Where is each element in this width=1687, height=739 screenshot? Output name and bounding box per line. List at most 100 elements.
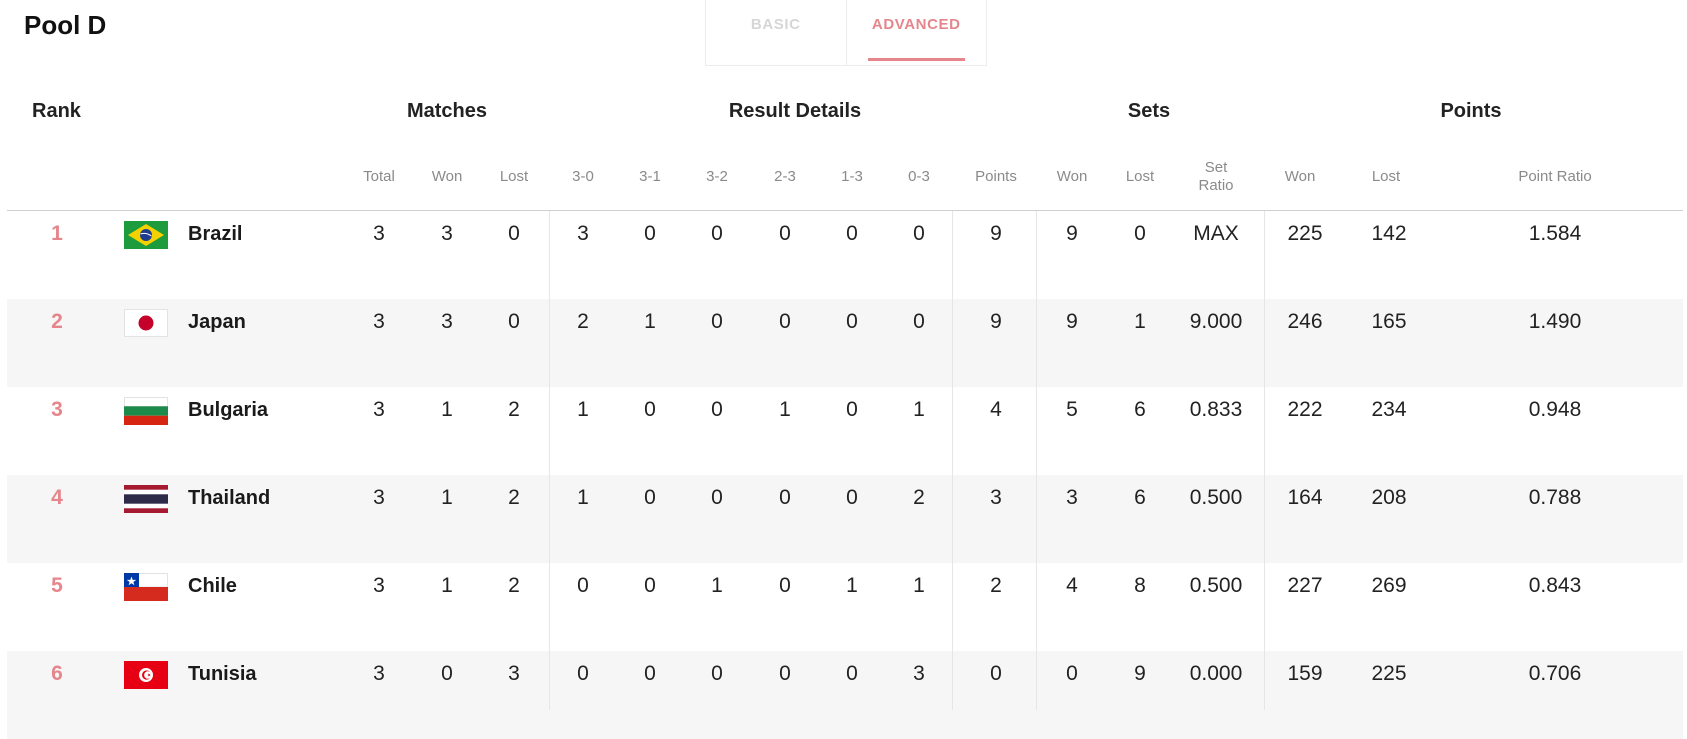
cell-sets-lost: 0 [1134,222,1146,245]
cell-total: 3 [373,398,385,421]
standings-table-body: 1 Brazil 3 3 0 3 0 0 0 0 0 9 9 0 MAX 225 142 1.584 2 Japan 3… [7,211,1683,739]
cell-sets-lost: 6 [1134,398,1146,421]
chile-flag [124,573,168,601]
cell-lost: 0 [508,222,520,245]
brazil-flag [124,221,168,249]
cell-set-ratio: 0.000 [1189,662,1243,685]
subheader-2-3: 2-3 [774,168,796,185]
cell-lost: 2 [508,486,520,509]
cell-r23: 1 [779,398,791,421]
column-divider [1264,211,1265,710]
cell-sets-lost: 8 [1134,574,1146,597]
cell-points: 3 [990,486,1002,509]
cell-r31: 0 [644,222,656,245]
table-row: 1 Brazil 3 3 0 3 0 0 0 0 0 9 9 0 MAX 225 142 1.584 [7,211,1683,299]
subheader-sets-won: Won [1056,168,1088,185]
cell-r32: 1 [711,574,723,597]
cell-r30: 2 [577,310,589,333]
cell-r03: 1 [913,574,925,597]
cell-point-ratio: 0.948 [1528,398,1582,421]
subheader-1-3: 1-3 [841,168,863,185]
column-divider [1036,211,1037,710]
table-row: 3 Bulgaria 3 1 2 1 0 0 1 0 1 4 5 6 0.833 222 234 0.948 [7,387,1683,475]
cell-r30: 3 [577,222,589,245]
subheader-3-0: 3-0 [572,168,594,185]
cell-r32: 0 [711,662,723,685]
cell-point-ratio: 0.843 [1528,574,1582,597]
cell-pts-lost: 165 [1371,310,1407,333]
cell-set-ratio: MAX [1193,222,1239,245]
cell-r32: 0 [711,222,723,245]
subheader-set-ratio-line1: Set [1204,159,1228,176]
team-name-link[interactable]: Brazil [188,211,242,257]
cell-sets-lost: 9 [1134,662,1146,685]
column-divider [952,211,953,710]
rank-cell: 6 [51,662,63,685]
cell-r23: 0 [779,574,791,597]
cell-won: 3 [441,310,453,333]
cell-pts-lost: 225 [1371,662,1407,685]
subheader-won: Won [431,168,463,185]
rank-cell: 4 [51,486,63,509]
subheader-points-lost: Lost [1371,168,1401,185]
tab-basic[interactable]: BASIC [706,0,847,65]
cell-r13: 0 [846,486,858,509]
cell-pts-won: 222 [1287,398,1323,421]
cell-point-ratio: 1.490 [1528,310,1582,333]
cell-total: 3 [373,310,385,333]
cell-lost: 2 [508,574,520,597]
subheader-total: Total [363,168,395,185]
cell-r32: 0 [711,310,723,333]
cell-point-ratio: 1.584 [1528,222,1582,245]
japan-flag [124,309,168,337]
tab-advanced[interactable]: ADVANCED [847,0,987,65]
cell-points: 9 [990,222,1002,245]
view-tabs: BASIC ADVANCED [705,0,987,66]
cell-r30: 1 [577,398,589,421]
table-row: 2 Japan 3 3 0 2 1 0 0 0 0 9 9 1 9.000 246 165 1.490 [7,299,1683,387]
cell-total: 3 [373,574,385,597]
cell-r23: 0 [779,662,791,685]
cell-set-ratio: 0.500 [1189,486,1243,509]
cell-sets-won: 5 [1066,398,1078,421]
column-divider [549,211,550,710]
cell-r31: 0 [644,398,656,421]
subheader-point-ratio: Point Ratio [1518,168,1592,185]
cell-r30: 0 [577,574,589,597]
cell-pts-won: 246 [1287,310,1323,333]
team-name-link[interactable]: Tunisia [188,651,257,697]
header-points: Points [1440,100,1502,122]
cell-r03: 3 [913,662,925,685]
cell-pts-won: 225 [1287,222,1323,245]
cell-points: 4 [990,398,1002,421]
team-name-link[interactable]: Thailand [188,475,270,521]
cell-pts-lost: 234 [1371,398,1407,421]
subheader-0-3: 0-3 [908,168,930,185]
header-rank: Rank [32,100,81,122]
cell-points: 0 [990,662,1002,685]
cell-lost: 3 [508,662,520,685]
cell-r13: 0 [846,310,858,333]
subheader-points-won: Won [1284,168,1316,185]
bulgaria-flag [124,397,168,425]
subheader-set-ratio: Set Ratio [1198,159,1233,195]
cell-r31: 1 [644,310,656,333]
table-row: 6 Tunisia 3 0 3 0 0 0 0 0 3 0 0 9 0.000 159 225 0.706 [7,651,1683,739]
cell-pts-lost: 142 [1371,222,1407,245]
cell-r13: 1 [846,574,858,597]
cell-r13: 0 [846,222,858,245]
cell-sets-won: 9 [1066,222,1078,245]
thailand-flag [124,485,168,513]
team-name-link[interactable]: Chile [188,563,237,609]
team-name-link[interactable]: Japan [188,299,246,345]
cell-sets-won: 9 [1066,310,1078,333]
pool-title: Pool D [24,10,107,40]
cell-r03: 0 [913,310,925,333]
cell-pts-won: 227 [1287,574,1323,597]
team-name-link[interactable]: Bulgaria [188,387,268,433]
rank-cell: 5 [51,574,63,597]
cell-set-ratio: 9.000 [1189,310,1243,333]
header-result-details: Result Details [728,100,862,122]
cell-sets-lost: 6 [1134,486,1146,509]
subheader-lost: Lost [499,168,529,185]
